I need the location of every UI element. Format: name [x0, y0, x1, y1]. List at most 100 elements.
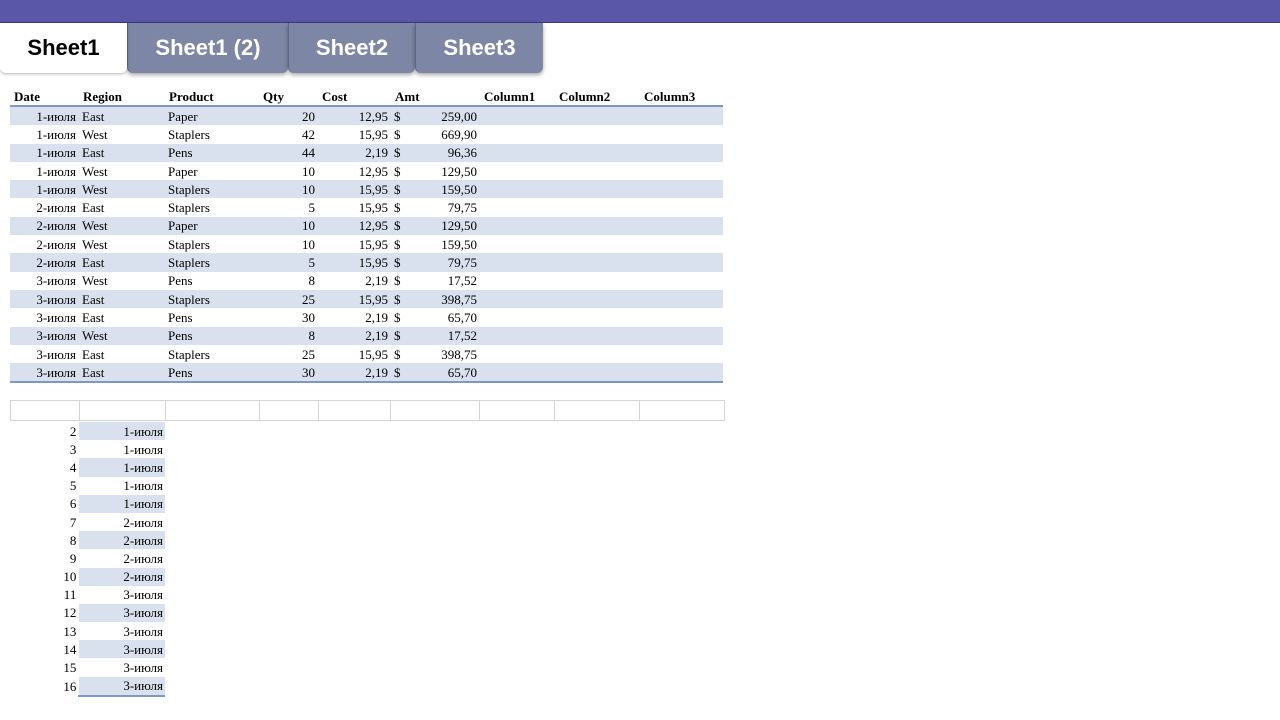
date-cell[interactable]: 3-июля — [10, 345, 79, 363]
cost-cell[interactable]: 15,95 — [318, 345, 391, 363]
product-cell[interactable]: Paper — [165, 162, 259, 180]
row-number-cell[interactable]: 16 — [10, 677, 79, 696]
cost-cell[interactable]: 15,95 — [318, 235, 391, 253]
empty-cell[interactable] — [390, 400, 481, 421]
column1-cell[interactable] — [480, 289, 555, 309]
column3-cell[interactable] — [640, 143, 723, 162]
region-cell[interactable]: West — [79, 180, 165, 199]
qty-cell[interactable]: 25 — [259, 289, 318, 309]
column3-cell[interactable] — [640, 326, 723, 345]
column3-cell[interactable] — [640, 180, 723, 199]
product-cell[interactable]: Staplers — [165, 253, 259, 272]
amt-cell[interactable]: $159,50 — [391, 235, 480, 253]
region-cell[interactable]: West — [79, 216, 165, 236]
date-cell[interactable]: 2-июля — [10, 253, 79, 272]
column2-cell[interactable] — [555, 162, 640, 180]
date-cell[interactable]: 3-июля — [10, 308, 79, 326]
date-cell[interactable]: 2-июля — [78, 531, 165, 550]
date-cell[interactable]: 3-июля — [10, 289, 79, 309]
empty-cell[interactable] — [317, 400, 392, 421]
product-cell[interactable]: Paper — [165, 106, 259, 126]
date-cell[interactable]: 3-июля — [78, 676, 165, 697]
column1-cell[interactable] — [480, 216, 555, 236]
amt-cell[interactable]: $65,70 — [391, 363, 480, 384]
date-cell[interactable]: 3-июля — [78, 622, 165, 641]
cost-cell[interactable]: 2,19 — [318, 363, 391, 384]
amt-cell[interactable]: $259,00 — [391, 106, 480, 126]
column2-cell[interactable] — [555, 253, 640, 272]
column2-cell[interactable] — [555, 125, 640, 143]
date-cell[interactable]: 3-июля — [10, 363, 79, 384]
amt-cell[interactable]: $79,75 — [391, 198, 480, 216]
column-header[interactable]: Cost — [318, 86, 391, 107]
column2-cell[interactable] — [555, 180, 640, 199]
cost-cell[interactable]: 12,95 — [318, 106, 391, 126]
cost-cell[interactable]: 2,19 — [318, 143, 391, 162]
qty-cell[interactable]: 10 — [259, 180, 318, 199]
column-header[interactable]: Qty — [259, 86, 318, 107]
qty-cell[interactable]: 5 — [259, 253, 318, 272]
row-number-cell[interactable]: 6 — [10, 495, 79, 513]
column2-cell[interactable] — [555, 326, 640, 345]
date-cell[interactable]: 2-июля — [78, 549, 165, 568]
column-header[interactable]: Region — [79, 86, 165, 107]
column-header[interactable]: Column2 — [555, 86, 640, 107]
column1-cell[interactable] — [480, 326, 555, 345]
date-cell[interactable]: 1-июля — [78, 440, 165, 459]
column3-cell[interactable] — [640, 363, 723, 384]
empty-cell[interactable] — [554, 400, 641, 421]
column1-cell[interactable] — [480, 308, 555, 326]
column2-cell[interactable] — [555, 198, 640, 216]
qty-cell[interactable]: 44 — [259, 143, 318, 162]
column3-cell[interactable] — [640, 235, 723, 253]
column1-cell[interactable] — [480, 272, 555, 290]
row-number-cell[interactable]: 3 — [10, 440, 79, 458]
amt-cell[interactable]: $129,50 — [391, 162, 480, 180]
column2-cell[interactable] — [555, 106, 640, 126]
row-number-cell[interactable]: 2 — [10, 422, 79, 440]
column1-cell[interactable] — [480, 143, 555, 162]
product-cell[interactable]: Staplers — [165, 289, 259, 309]
column3-cell[interactable] — [640, 198, 723, 216]
cost-cell[interactable]: 12,95 — [318, 216, 391, 236]
product-cell[interactable]: Pens — [165, 326, 259, 345]
product-cell[interactable]: Staplers — [165, 198, 259, 216]
column2-cell[interactable] — [555, 272, 640, 290]
qty-cell[interactable]: 20 — [259, 106, 318, 126]
product-cell[interactable]: Staplers — [165, 125, 259, 143]
region-cell[interactable]: East — [79, 308, 165, 326]
row-number-cell[interactable]: 7 — [10, 513, 79, 531]
row-number-cell[interactable]: 14 — [10, 640, 79, 658]
row-number-cell[interactable]: 13 — [10, 622, 79, 640]
tab-sheet3[interactable]: Sheet3 — [415, 23, 543, 73]
date-cell[interactable]: 3-июля — [10, 326, 79, 345]
region-cell[interactable]: East — [79, 198, 165, 216]
empty-cell[interactable] — [479, 400, 556, 421]
date-cell[interactable]: 2-июля — [10, 198, 79, 216]
region-cell[interactable]: West — [79, 272, 165, 290]
date-cell[interactable]: 3-июля — [78, 585, 165, 604]
column2-cell[interactable] — [555, 345, 640, 363]
date-cell[interactable]: 1-июля — [78, 458, 165, 477]
qty-cell[interactable]: 30 — [259, 363, 318, 384]
date-cell[interactable]: 2-июля — [10, 216, 79, 236]
date-cell[interactable]: 1-июля — [78, 494, 165, 513]
date-cell[interactable]: 3-июля — [78, 658, 165, 677]
qty-cell[interactable]: 10 — [259, 216, 318, 236]
amt-cell[interactable]: $65,70 — [391, 308, 480, 326]
qty-cell[interactable]: 10 — [259, 235, 318, 253]
tab-sheet1[interactable]: Sheet1 — [0, 23, 127, 73]
qty-cell[interactable]: 25 — [259, 345, 318, 363]
column3-cell[interactable] — [640, 216, 723, 236]
column-header[interactable]: Column1 — [480, 86, 555, 107]
column1-cell[interactable] — [480, 106, 555, 126]
column3-cell[interactable] — [640, 272, 723, 290]
qty-cell[interactable]: 30 — [259, 308, 318, 326]
cost-cell[interactable]: 2,19 — [318, 308, 391, 326]
column1-cell[interactable] — [480, 363, 555, 384]
amt-cell[interactable]: $159,50 — [391, 180, 480, 199]
date-cell[interactable]: 2-июля — [78, 567, 165, 586]
column3-cell[interactable] — [640, 162, 723, 180]
date-cell[interactable]: 2-июля — [10, 235, 79, 253]
date-cell[interactable]: 1-июля — [10, 180, 79, 199]
